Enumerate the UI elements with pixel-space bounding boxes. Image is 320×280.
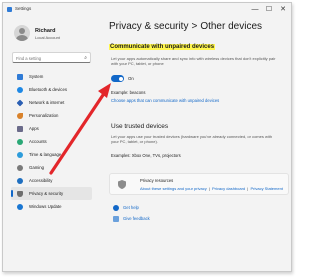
settings-window: Settings — ☐ ✕ Richard Local Account Fin… [2, 2, 292, 272]
annotation-arrow [49, 83, 111, 175]
